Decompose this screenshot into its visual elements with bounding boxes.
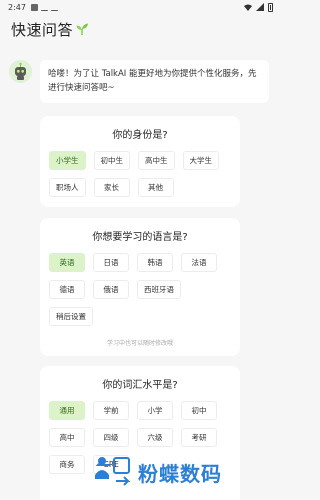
status-left: 2:47 [8, 3, 58, 12]
question-title: 你想要学习的语言是? [92, 232, 188, 243]
wifi-icon [244, 4, 252, 11]
status-time: 2:47 [8, 2, 26, 12]
watermark-text: 粉蝶数码 [138, 461, 222, 486]
avatar [9, 60, 32, 83]
status-bar: 2:47 [0, 0, 281, 14]
option-button[interactable]: 六级 [137, 428, 173, 447]
notification-icons [30, 3, 58, 11]
option-button[interactable]: 家长 [93, 178, 130, 197]
option-button[interactable]: 学前 [93, 401, 129, 420]
signal-icon [256, 3, 264, 11]
header: 快速问答 [0, 14, 281, 44]
option-button[interactable]: 商务 [49, 455, 85, 474]
download-icon-2 [50, 4, 58, 11]
status-right [244, 2, 273, 12]
option-button[interactable]: 西班牙语 [137, 280, 181, 299]
battery-icon [268, 2, 273, 12]
question-card-language: 你想要学习的语言是? 英语 日语 韩语 法语 德语 俄语 西班牙语 稍后设置 学… [40, 218, 240, 356]
download-icon [40, 4, 48, 11]
watermark-logo-icon [95, 457, 131, 486]
option-button[interactable]: 职场人 [49, 178, 86, 197]
option-button[interactable]: 高中 [49, 428, 85, 447]
option-button[interactable]: 日语 [93, 253, 129, 272]
option-button[interactable]: 考研 [181, 428, 217, 447]
message-icon [30, 3, 38, 11]
option-button[interactable]: 英语 [49, 253, 85, 272]
option-button[interactable]: 小学 [137, 401, 173, 420]
option-button[interactable]: 德语 [49, 280, 85, 299]
watermark: 粉蝶数码 [92, 453, 267, 491]
option-button[interactable]: 高中生 [138, 151, 175, 170]
robot-avatar-icon [9, 60, 32, 83]
question-title: 你的身份是? [112, 130, 168, 141]
option-list: 小学生 初中生 高中生 大学生 职场人 家长 其他 [49, 151, 231, 197]
option-button[interactable]: 俄语 [93, 280, 129, 299]
hint-text: 学习中也可以随时修改哦 [106, 340, 173, 347]
option-button[interactable]: 大学生 [182, 151, 219, 170]
option-button[interactable]: 韩语 [137, 253, 173, 272]
option-button[interactable]: 其他 [137, 178, 174, 197]
option-button[interactable]: 初中生 [93, 151, 130, 170]
option-list: 英语 日语 韩语 法语 德语 俄语 西班牙语 稍后设置 [49, 253, 231, 326]
option-button[interactable]: 稍后设置 [49, 307, 93, 326]
question-card-identity: 你的身份是? 小学生 初中生 高中生 大学生 职场人 家长 其他 [40, 116, 240, 207]
option-button[interactable]: 小学生 [49, 151, 86, 170]
option-button[interactable]: 通用 [49, 401, 85, 420]
option-button[interactable]: 初中 [181, 401, 217, 420]
option-button[interactable]: 法语 [181, 253, 217, 272]
option-button[interactable]: 四级 [93, 428, 129, 447]
sprout-icon [76, 23, 89, 35]
page-title: 快速问答 [11, 20, 74, 39]
question-title: 你的词汇水平是? [102, 380, 178, 391]
intro-message: 哈喽！为了让 TalkAI 能更好地为你提供个性化服务，先进行快速问答吧~ [40, 60, 269, 103]
